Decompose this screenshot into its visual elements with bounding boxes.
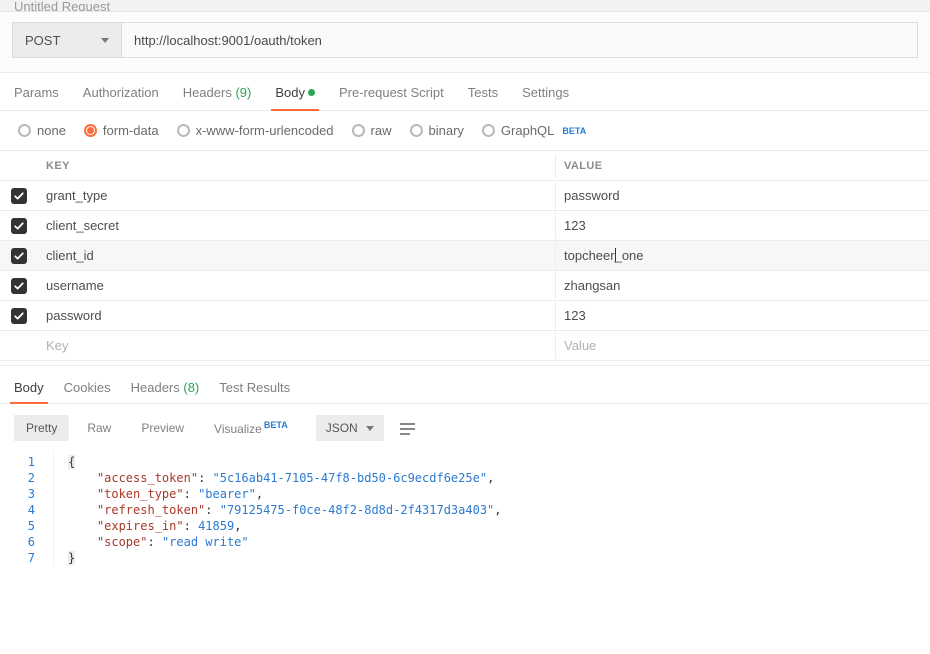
resp-headers-count: (8) [183, 380, 199, 395]
line-gutter: 1234567 [0, 452, 54, 566]
tab-body[interactable]: Body [275, 85, 315, 110]
view-pretty[interactable]: Pretty [14, 415, 69, 441]
key-input[interactable]: grant_type [38, 182, 556, 209]
view-visualize[interactable]: VisualizeBETA [202, 414, 300, 442]
value-input[interactable]: zhangsan [556, 272, 930, 299]
key-input[interactable]: username [38, 272, 556, 299]
resp-tab-body[interactable]: Body [14, 380, 44, 403]
col-value: VALUE [556, 154, 930, 178]
response-body-viewer[interactable]: 1234567 { "access_token": "5c16ab41-7105… [0, 452, 930, 626]
request-line: POST http://localhost:9001/oauth/token [0, 12, 930, 73]
key-input[interactable]: client_id [38, 242, 556, 269]
tab-prerequest[interactable]: Pre-request Script [339, 85, 444, 110]
row-checkbox[interactable] [0, 188, 38, 204]
value-input[interactable]: 123 [556, 212, 930, 239]
row-checkbox[interactable] [0, 248, 38, 264]
radio-binary[interactable]: binary [410, 123, 464, 138]
chevron-down-icon [101, 38, 109, 43]
response-code: { "access_token": "5c16ab41-7105-47f8-bd… [54, 452, 502, 566]
table-header: KEY VALUE [0, 151, 930, 181]
table-row: client_secret123 [0, 211, 930, 241]
key-input[interactable]: client_secret [38, 212, 556, 239]
tab-settings[interactable]: Settings [522, 85, 569, 110]
chevron-down-icon [366, 426, 374, 431]
row-checkbox[interactable] [0, 278, 38, 294]
form-data-table: KEY VALUE grant_typepasswordclient_secre… [0, 150, 930, 361]
radio-form-data[interactable]: form-data [84, 123, 159, 138]
body-type-radios: none form-data x-www-form-urlencoded raw… [0, 111, 930, 150]
wrap-lines-icon[interactable] [400, 421, 418, 435]
view-preview[interactable]: Preview [129, 415, 196, 441]
tab-params[interactable]: Params [14, 85, 59, 110]
resp-tab-test-results[interactable]: Test Results [219, 380, 290, 403]
radio-raw[interactable]: raw [352, 123, 392, 138]
response-toolbar: Pretty Raw Preview VisualizeBETA JSON [0, 403, 930, 452]
table-row: password123 [0, 301, 930, 331]
url-text: http://localhost:9001/oauth/token [134, 33, 322, 48]
http-method-label: POST [25, 33, 60, 48]
table-row: grant_typepassword [0, 181, 930, 211]
resp-tab-cookies[interactable]: Cookies [64, 380, 111, 403]
key-input[interactable]: password [38, 302, 556, 329]
view-raw[interactable]: Raw [75, 415, 123, 441]
tab-authorization[interactable]: Authorization [83, 85, 159, 110]
value-input[interactable]: 123 [556, 302, 930, 329]
request-tabs: Params Authorization Headers (9) Body Pr… [0, 73, 930, 111]
beta-badge: BETA [562, 126, 586, 136]
radio-graphql[interactable]: GraphQLBETA [482, 123, 586, 138]
body-indicator-icon [308, 89, 315, 96]
radio-x-www-form-urlencoded[interactable]: x-www-form-urlencoded [177, 123, 334, 138]
row-checkbox[interactable] [0, 218, 38, 234]
new-value-input[interactable]: Value [556, 332, 930, 359]
radio-none[interactable]: none [18, 123, 66, 138]
tab-headers[interactable]: Headers (9) [183, 85, 252, 110]
beta-badge: BETA [264, 420, 288, 430]
table-row-new[interactable]: Key Value [0, 331, 930, 361]
value-input[interactable]: topcheer_one [556, 242, 930, 269]
http-method-select[interactable]: POST [12, 22, 122, 58]
table-row: usernamezhangsan [0, 271, 930, 301]
tab-tests[interactable]: Tests [468, 85, 498, 110]
new-key-input[interactable]: Key [38, 332, 556, 359]
table-row: client_idtopcheer_one [0, 241, 930, 271]
row-checkbox[interactable] [0, 308, 38, 324]
response-tabs: Body Cookies Headers (8) Test Results [0, 365, 930, 403]
url-input[interactable]: http://localhost:9001/oauth/token [122, 22, 918, 58]
response-format-select[interactable]: JSON [316, 415, 384, 441]
resp-tab-headers[interactable]: Headers (8) [131, 380, 200, 403]
headers-count: (9) [235, 85, 251, 100]
col-key: KEY [38, 154, 556, 178]
value-input[interactable]: password [556, 182, 930, 209]
request-title: Untitled Request [0, 0, 930, 12]
